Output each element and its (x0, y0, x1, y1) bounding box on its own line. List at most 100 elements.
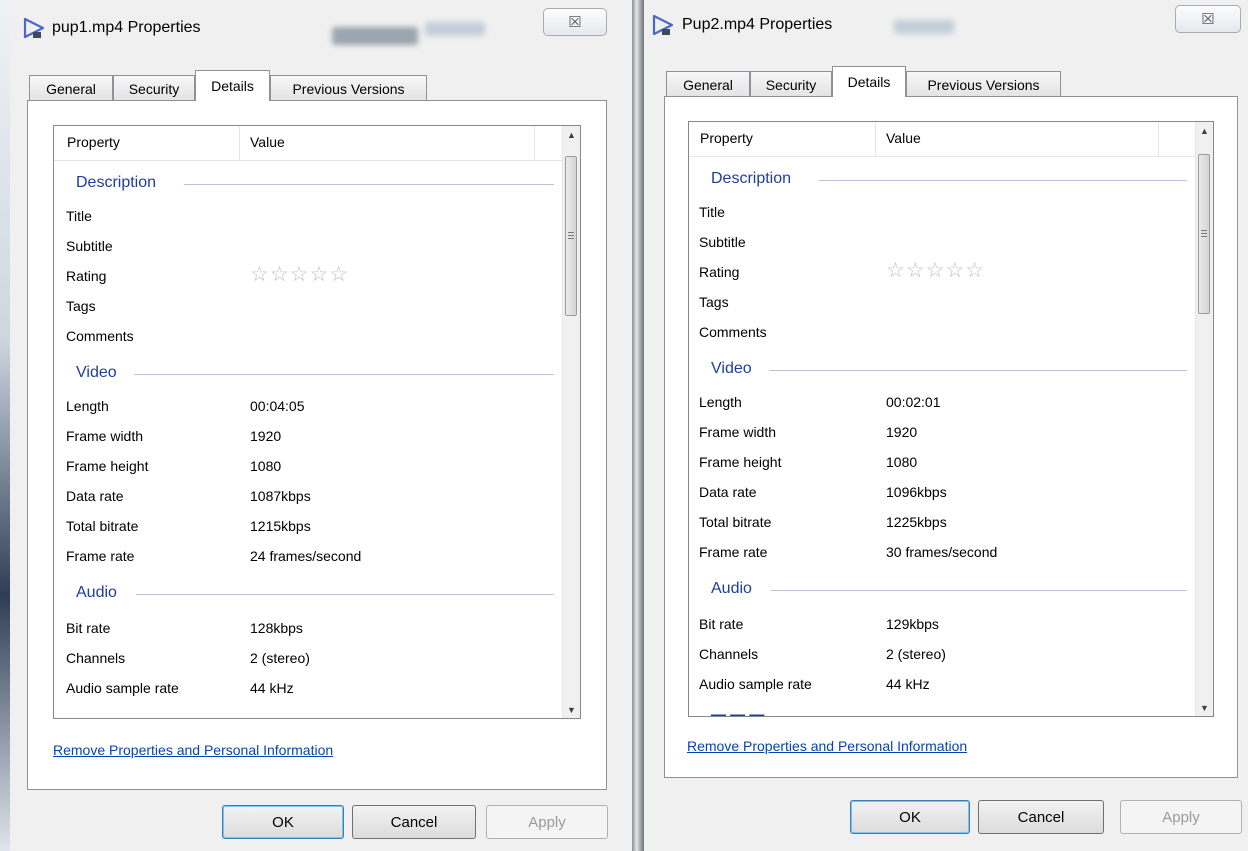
property-frame-rate[interactable]: Frame rate (66, 548, 134, 564)
rating-stars[interactable]: ☆☆☆☆☆ (886, 258, 985, 283)
property-channels[interactable]: Channels (66, 650, 125, 666)
property-frame-width[interactable]: Frame width (66, 428, 143, 444)
close-button[interactable]: ☒ (1175, 5, 1241, 33)
scroll-down-arrow-icon: ▼ (1200, 702, 1209, 713)
remove-properties-link[interactable]: Remove Properties and Personal Informati… (687, 738, 967, 754)
ok-button[interactable]: OK (222, 805, 344, 839)
group-divider (819, 180, 1187, 181)
tab-details[interactable]: Details (195, 70, 270, 101)
property-data-rate[interactable]: Data rate (699, 484, 757, 500)
value-bit-rate[interactable]: 129kbps (886, 616, 939, 632)
property-frame-rate[interactable]: Frame rate (699, 544, 767, 560)
value-frame-height[interactable]: 1080 (250, 458, 281, 474)
value-frame-rate[interactable]: 30 frames/second (886, 544, 997, 560)
property-length[interactable]: Length (66, 398, 109, 414)
property-audio-sample-rate[interactable]: Audio sample rate (66, 680, 179, 696)
value-frame-width[interactable]: 1920 (250, 428, 281, 444)
property-tags[interactable]: Tags (66, 298, 96, 314)
property-comments[interactable]: Comments (66, 328, 134, 344)
scroll-grip-icon (568, 238, 574, 239)
property-frame-height[interactable]: Frame height (66, 458, 148, 474)
property-total-bitrate[interactable]: Total bitrate (699, 514, 771, 530)
value-channels[interactable]: 2 (stereo) (250, 650, 310, 666)
tab-previous-versions[interactable]: Previous Versions (270, 75, 427, 101)
property-title[interactable]: Title (66, 208, 92, 224)
properties-dialog-pup1: pup1.mp4 Properties ☒ General Security D… (10, 0, 632, 851)
title-bar[interactable]: pup1.mp4 Properties ☒ (10, 0, 632, 46)
details-list[interactable]: Property Value Description Title Subtitl… (53, 125, 581, 719)
property-channels[interactable]: Channels (699, 646, 758, 662)
value-frame-height[interactable]: 1080 (886, 454, 917, 470)
scroll-thumb[interactable] (565, 156, 577, 316)
cancel-button[interactable]: Cancel (978, 800, 1104, 834)
column-divider[interactable] (1158, 122, 1159, 156)
details-list[interactable]: Property Value Description Title Subtitl… (688, 121, 1214, 717)
details-tab-panel: Property Value Description Title Subtitl… (27, 100, 607, 790)
property-bit-rate[interactable]: Bit rate (699, 616, 743, 632)
cancel-button[interactable]: Cancel (352, 805, 476, 839)
property-title[interactable]: Title (699, 204, 725, 220)
property-comments[interactable]: Comments (699, 324, 767, 340)
column-header-value[interactable]: Value (250, 134, 285, 150)
column-divider[interactable] (875, 122, 876, 156)
apply-button[interactable]: Apply (486, 805, 608, 839)
scroll-thumb[interactable] (1198, 154, 1210, 314)
value-data-rate[interactable]: 1087kbps (250, 488, 311, 504)
scroll-up-arrow-icon: ▲ (567, 129, 576, 140)
property-subtitle[interactable]: Subtitle (66, 238, 113, 254)
property-rating[interactable]: Rating (699, 264, 739, 280)
desktop-background-strip (0, 0, 10, 851)
scroll-down-arrow-icon: ▼ (567, 704, 576, 715)
vertical-scrollbar[interactable]: ▲ ▼ (1195, 122, 1213, 716)
group-header-audio: Audio (711, 580, 752, 597)
apply-button[interactable]: Apply (1120, 800, 1242, 834)
value-length[interactable]: 00:04:05 (250, 398, 305, 414)
value-frame-width[interactable]: 1920 (886, 424, 917, 440)
value-bit-rate[interactable]: 128kbps (250, 620, 303, 636)
value-audio-sample-rate[interactable]: 44 kHz (250, 680, 294, 696)
tab-general[interactable]: General (666, 71, 750, 97)
column-header-value[interactable]: Value (886, 130, 921, 146)
tab-general[interactable]: General (29, 75, 113, 101)
properties-dialog-pup2: Pup2.mp4 Properties ☒ General Security D… (644, 0, 1248, 851)
value-audio-sample-rate[interactable]: 44 kHz (886, 676, 930, 692)
tab-security[interactable]: Security (113, 75, 195, 101)
scroll-grip-icon (1201, 236, 1207, 237)
property-length[interactable]: Length (699, 394, 742, 410)
value-length[interactable]: 00:02:01 (886, 394, 941, 410)
property-frame-width[interactable]: Frame width (699, 424, 776, 440)
vertical-scrollbar[interactable]: ▲ ▼ (562, 126, 580, 718)
title-bar[interactable]: Pup2.mp4 Properties ☒ (644, 0, 1248, 46)
column-header-property[interactable]: Property (67, 134, 120, 150)
property-audio-sample-rate[interactable]: Audio sample rate (699, 676, 812, 692)
value-total-bitrate[interactable]: 1215kbps (250, 518, 311, 534)
scroll-up-button[interactable]: ▲ (563, 126, 580, 143)
property-data-rate[interactable]: Data rate (66, 488, 124, 504)
column-divider[interactable] (239, 126, 240, 160)
property-rating[interactable]: Rating (66, 268, 106, 284)
scroll-up-button[interactable]: ▲ (1196, 122, 1213, 139)
remove-properties-link[interactable]: Remove Properties and Personal Informati… (53, 742, 333, 758)
rating-stars[interactable]: ☆☆☆☆☆ (250, 262, 349, 287)
tab-details[interactable]: Details (832, 66, 906, 97)
value-data-rate[interactable]: 1096kbps (886, 484, 947, 500)
group-header-description: Description (76, 174, 157, 191)
property-tags[interactable]: Tags (699, 294, 729, 310)
scroll-down-button[interactable]: ▼ (1196, 699, 1213, 716)
scroll-down-button[interactable]: ▼ (563, 701, 580, 718)
tab-previous-versions[interactable]: Previous Versions (906, 71, 1061, 97)
value-channels[interactable]: 2 (stereo) (886, 646, 946, 662)
value-frame-rate[interactable]: 24 frames/second (250, 548, 361, 564)
tab-security[interactable]: Security (750, 71, 832, 97)
close-button[interactable]: ☒ (543, 8, 607, 36)
column-header-property[interactable]: Property (700, 130, 753, 146)
group-divider (184, 184, 554, 185)
scroll-grip-icon (1201, 230, 1207, 231)
property-bit-rate[interactable]: Bit rate (66, 620, 110, 636)
property-total-bitrate[interactable]: Total bitrate (66, 518, 138, 534)
value-total-bitrate[interactable]: 1225kbps (886, 514, 947, 530)
column-divider[interactable] (534, 126, 535, 160)
property-subtitle[interactable]: Subtitle (699, 234, 746, 250)
property-frame-height[interactable]: Frame height (699, 454, 781, 470)
ok-button[interactable]: OK (850, 800, 970, 834)
